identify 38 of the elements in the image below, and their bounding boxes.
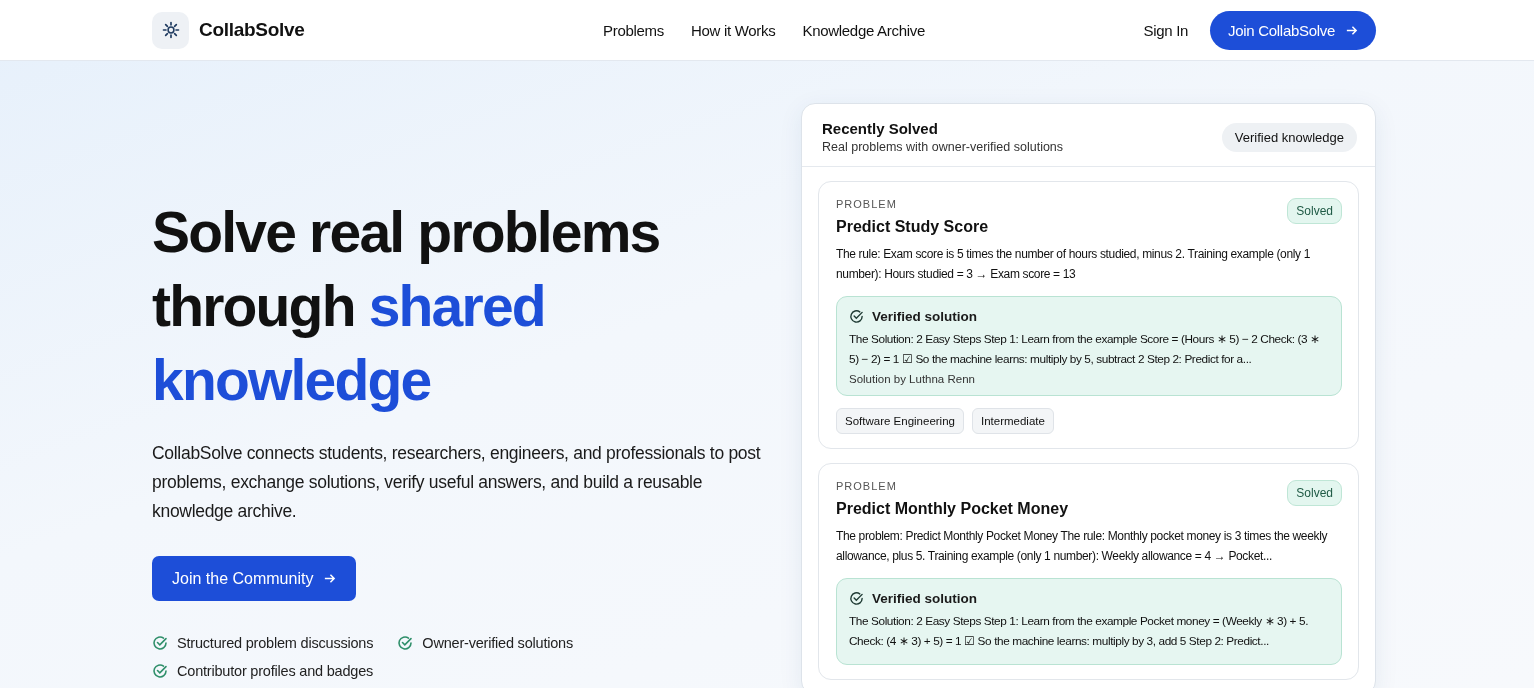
feature-text: Contributor profiles and badges: [177, 663, 374, 679]
sign-in-link[interactable]: Sign In: [1143, 21, 1189, 39]
solution-text: The Solution: 2 Easy Steps Step 1: Learn from the example Pocket money = (Weekly ∗ 3) + 5. Check: (4 ∗ 3) + 5) = 1 ☑ So the machine learns: multiply by 3, add 5 Step 2: Predict...: [849, 613, 1309, 650]
hero-heading: Solve real problems through shared knowledge: [152, 199, 661, 414]
problem-text: The problem: Predict Monthly Pocket Money The rule: Monthly pocket money is 3 times the weekly allowance, plus 5. Training example (only 1 number): Weekly allowance = 4 → Pocket...: [836, 528, 1329, 565]
status-badge: Solved: [1287, 198, 1342, 224]
problem-title: Predict Monthly Pocket Money: [836, 500, 1069, 518]
check-circle-icon: [397, 635, 414, 651]
solution-label: Verified solution: [872, 591, 977, 606]
check-circle-icon: [152, 635, 168, 651]
arrow-right-icon: [323, 572, 337, 585]
problem-card[interactable]: [818, 463, 1359, 680]
panel-subtitle: Real problems with owner-verified solutions: [822, 140, 1064, 154]
verified-knowledge-badge: Verified knowledge: [1221, 122, 1357, 152]
tag-chip[interactable]: Software Engineering: [836, 408, 964, 434]
nav-link[interactable]: Problems: [603, 21, 664, 39]
problem-label: PROBLEM: [836, 480, 898, 492]
feature-text: Structured problem discussions: [177, 635, 374, 651]
check-circle-icon: [849, 591, 864, 606]
nav-link[interactable]: How it Works: [691, 21, 776, 39]
nav-link[interactable]: Knowledge Archive: [802, 21, 925, 39]
solution-author: Solution by Luthna Renn: [849, 373, 976, 385]
feature-text: Owner-verified solutions: [422, 635, 574, 651]
tag-chip[interactable]: Intermediate: [971, 408, 1054, 434]
problem-card[interactable]: [818, 181, 1359, 449]
join-button[interactable]: Join CollabSolve: [1210, 10, 1376, 50]
problem-label: PROBLEM: [836, 198, 898, 210]
hero-description: CollabSolve connects students, researchers, engineers, and professionals to post problems, exchange solutions, verify useful answers, and build a reusable knowledge archive.: [152, 442, 762, 523]
check-circle-icon: [152, 663, 168, 679]
brand-name[interactable]: CollabSolve: [199, 19, 305, 41]
status-badge: Solved: [1287, 480, 1342, 506]
join-community-button[interactable]: Join the Community: [152, 556, 357, 601]
panel-title: Recently Solved: [822, 120, 939, 137]
solution-label: Verified solution: [872, 309, 977, 324]
problem-title: Predict Study Score: [836, 218, 989, 236]
problem-text: The rule: Exam score is 5 times the number of hours studied, minus 2. Training example (only 1 number): Hours studied = 3 → Exam score = 13: [836, 246, 1311, 283]
solution-text: The Solution: 2 Easy Steps Step 1: Learn from the example Score = (Hours ∗ 5) − 2 Check: (3 ∗ 5) − 2) = 1 ☑ So the machine learns: multiply by 5, subtract 2 Step 2: Predict for a...: [849, 331, 1321, 368]
check-circle-icon: [849, 309, 864, 324]
